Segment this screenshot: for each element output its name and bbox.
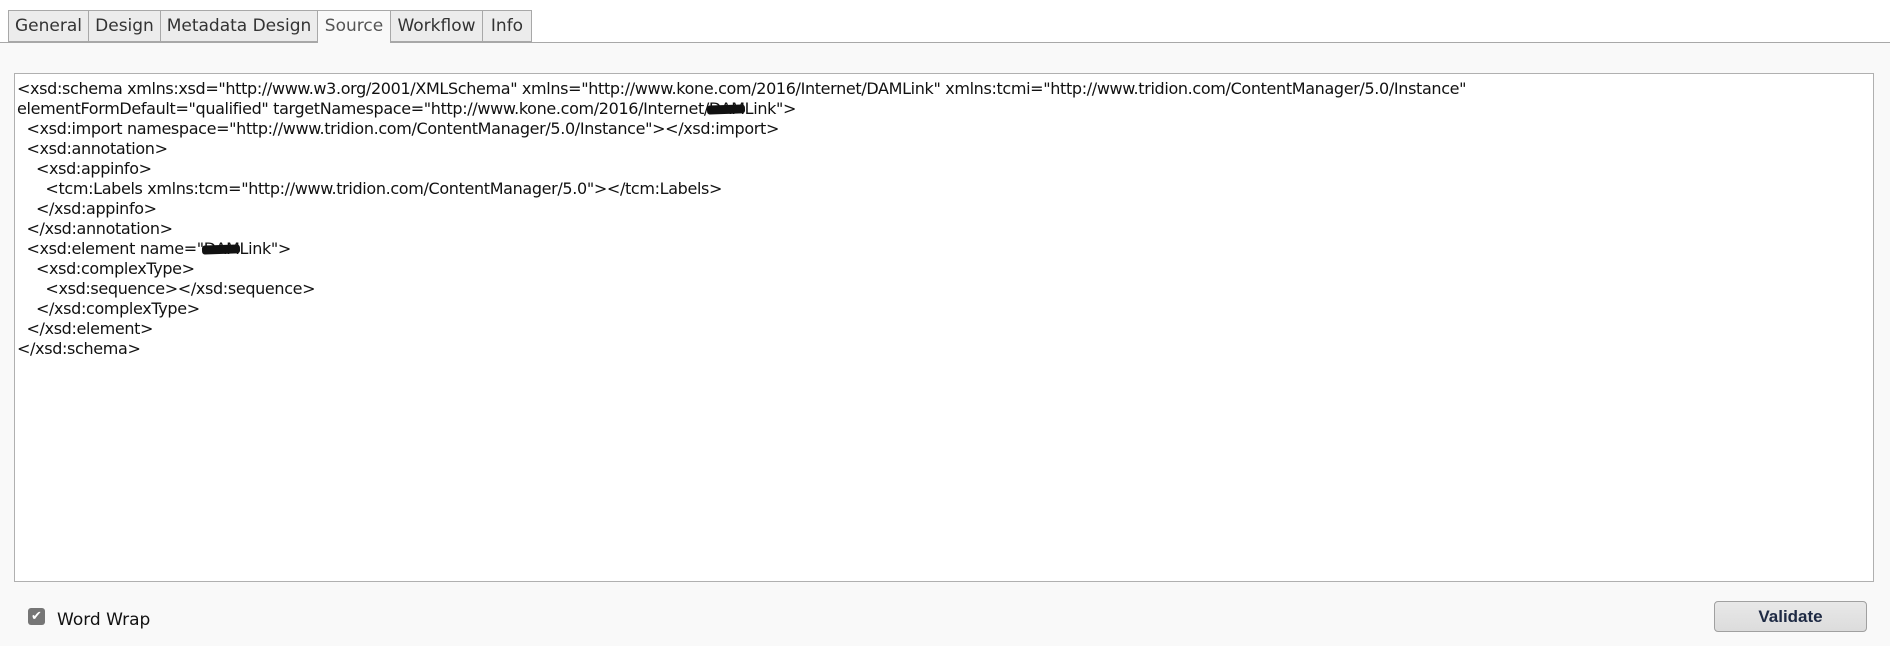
validate-button[interactable]: Validate	[1714, 601, 1867, 632]
code-text: </xsd:element>	[26, 319, 154, 338]
code-text: <xsd:annotation>	[26, 139, 168, 158]
code-text: </xsd:annotation>	[26, 219, 173, 238]
code-text: <xsd:sequence></xsd:sequence>	[45, 279, 316, 298]
code-line: <xsd:import namespace="http://www.tridio…	[17, 119, 1871, 139]
code-line: </xsd:schema>	[17, 339, 1871, 359]
code-line: </xsd:appinfo>	[17, 199, 1871, 219]
code-line: <xsd:appinfo>	[17, 159, 1871, 179]
word-wrap-label: Word Wrap	[57, 610, 151, 630]
code-line: <tcm:Labels xmlns:tcm="http://www.tridio…	[17, 179, 1871, 199]
tab-workflow[interactable]: Workflow	[390, 10, 482, 42]
code-text: <xsd:import namespace="http://www.tridio…	[26, 119, 779, 138]
tab-metadata-design[interactable]: Metadata Design	[160, 10, 317, 42]
word-wrap-toggle[interactable]: ✔ Word Wrap	[28, 606, 150, 630]
code-line: elementFormDefault="qualified" targetNam…	[17, 99, 1871, 119]
code-line: <xsd:schema xmlns:xsd="http://www.w3.org…	[17, 79, 1871, 99]
code-text: </xsd:complexType>	[35, 299, 200, 318]
code-line: </xsd:element>	[17, 319, 1871, 339]
tab-design[interactable]: Design	[88, 10, 160, 42]
code-line: </xsd:complexType>	[17, 299, 1871, 319]
redacted-text: DAM	[706, 99, 745, 119]
code-text: Link">	[239, 239, 292, 258]
word-wrap-checkbox[interactable]: ✔	[28, 607, 45, 625]
code-line: <xsd:element name="DAMLink">	[17, 239, 1871, 259]
code-text: </xsd:schema>	[17, 339, 141, 358]
tab-source[interactable]: Source	[317, 10, 390, 43]
redaction-scribble	[706, 104, 745, 115]
tab-info[interactable]: Info	[482, 10, 532, 42]
redacted-text: DAM	[201, 239, 240, 259]
code-line: <xsd:complexType>	[17, 259, 1871, 279]
code-text: <xsd:complexType>	[35, 259, 195, 278]
checkmark-icon: ✔	[31, 608, 42, 624]
tab-general[interactable]: General	[8, 10, 88, 42]
tab-bar: General Design Metadata Design Source Wo…	[0, 0, 1890, 43]
code-line: </xsd:annotation>	[17, 219, 1871, 239]
code-text: <xsd:element name="	[26, 239, 204, 258]
code-text: elementFormDefault="qualified" targetNam…	[17, 99, 709, 118]
redaction-scribble	[201, 244, 240, 255]
code-text: <xsd:schema xmlns:xsd="http://www.w3.org…	[17, 79, 1467, 98]
code-line: <xsd:sequence></xsd:sequence>	[17, 279, 1871, 299]
code-text: Link">	[744, 99, 797, 118]
code-line: <xsd:annotation>	[17, 139, 1871, 159]
code-text: <xsd:appinfo>	[35, 159, 152, 178]
source-editor-textarea[interactable]: <xsd:schema xmlns:xsd="http://www.w3.org…	[14, 73, 1874, 582]
code-text: <tcm:Labels xmlns:tcm="http://www.tridio…	[45, 179, 723, 198]
code-text: </xsd:appinfo>	[35, 199, 157, 218]
